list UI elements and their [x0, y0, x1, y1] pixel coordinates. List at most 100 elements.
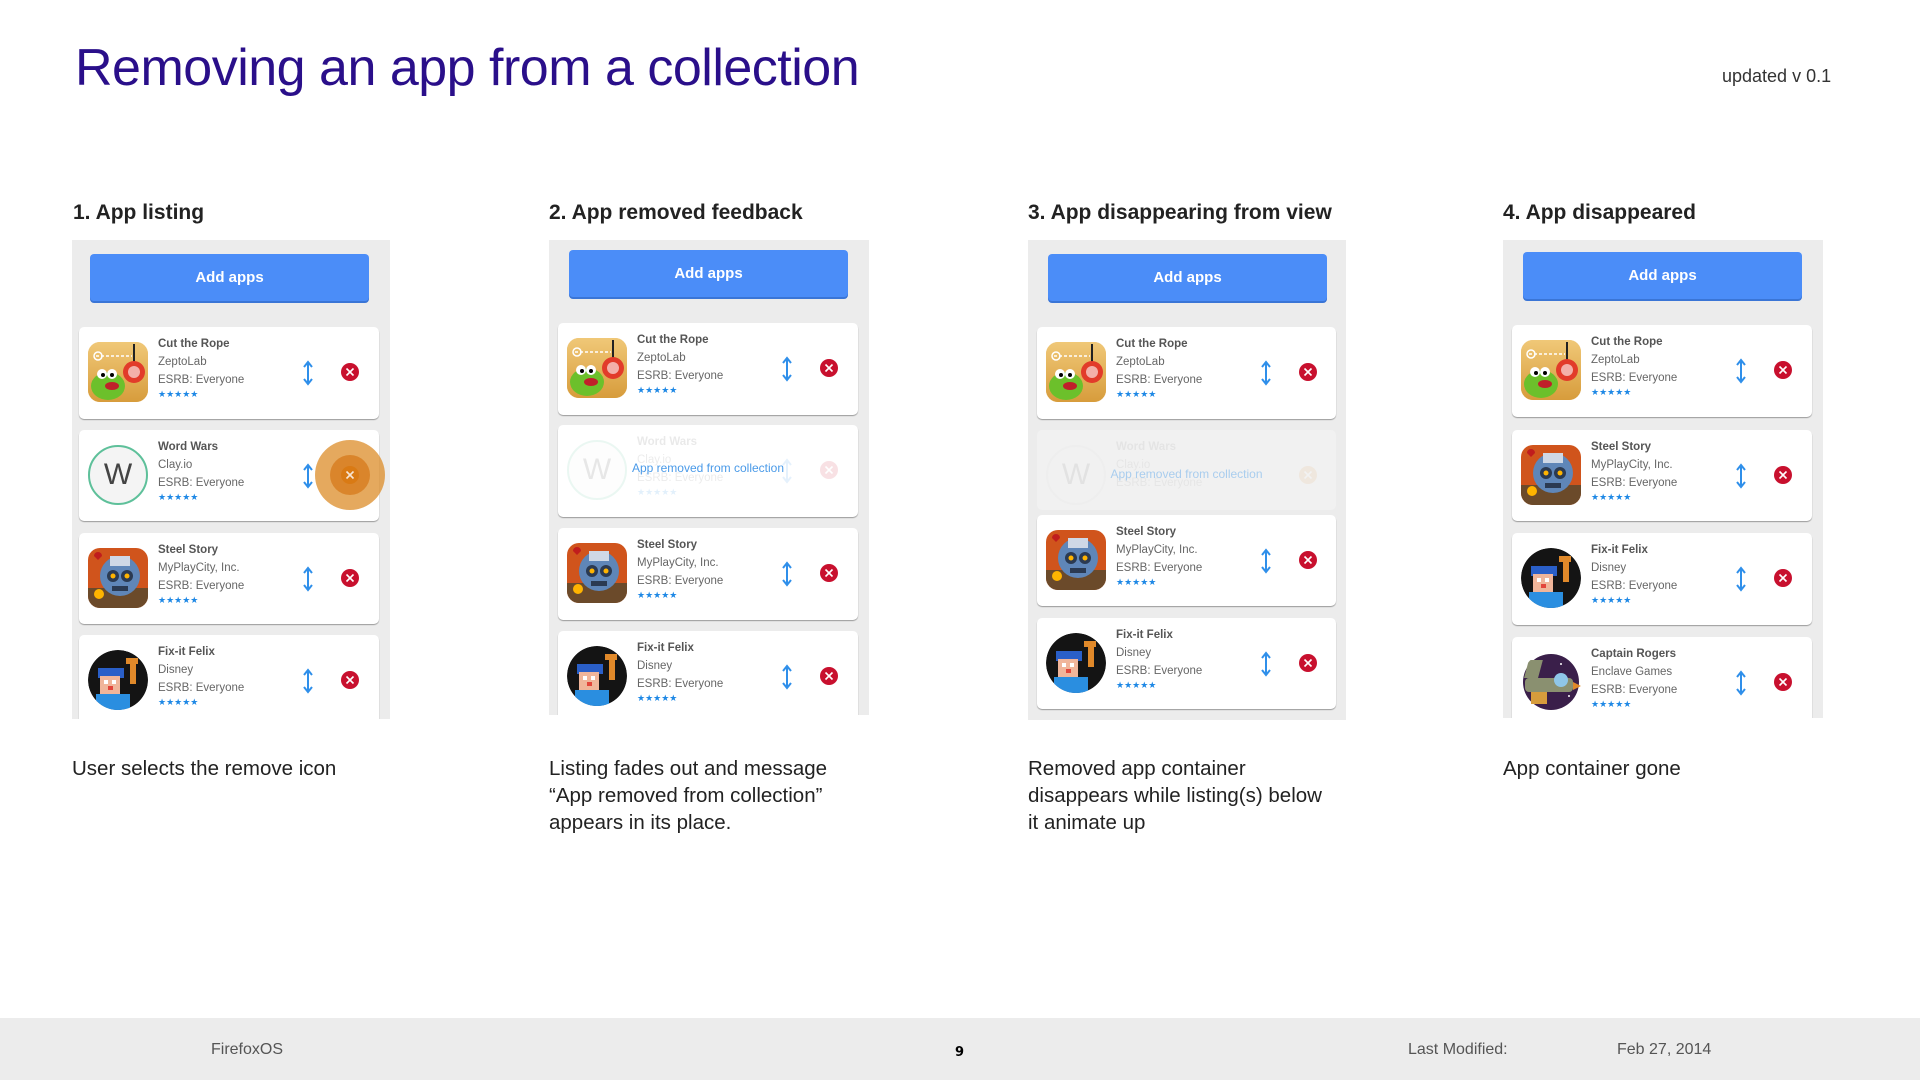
reorder-icon[interactable] — [301, 360, 315, 386]
star-rating: ★★★★★ — [1591, 596, 1632, 606]
reorder-icon[interactable] — [780, 561, 794, 587]
fix-it-felix-app-icon — [88, 650, 148, 710]
app-developer: ZeptoLab — [1116, 356, 1165, 368]
caption-line: User selects the remove icon — [72, 757, 337, 780]
app-developer: Enclave Games — [1591, 666, 1673, 678]
caption-line: it animate up — [1028, 811, 1146, 834]
app-name: Cut the Rope — [637, 334, 709, 346]
remove-icon[interactable] — [1774, 361, 1792, 379]
remove-icon[interactable] — [341, 363, 359, 381]
remove-icon[interactable] — [1774, 466, 1792, 484]
remove-icon[interactable] — [1774, 569, 1792, 587]
app-card-fix-it-felix: Fix-it Felix Disney ESRB: Everyone ★★★★★ — [1037, 618, 1336, 709]
steel-story-app-icon — [88, 548, 148, 608]
cut-the-rope-app-icon — [88, 342, 148, 402]
fix-it-felix-app-icon — [1046, 633, 1106, 693]
step-3-caption: Removed app container disappears while l… — [1028, 755, 1322, 836]
reorder-icon[interactable] — [1734, 463, 1748, 489]
remove-icon[interactable] — [341, 671, 359, 689]
remove-icon[interactable] — [1299, 654, 1317, 672]
captain-rogers-app-icon — [1521, 652, 1581, 712]
app-rating-esrb: ESRB: Everyone — [158, 374, 245, 386]
steel-story-app-icon — [1521, 445, 1581, 505]
remove-icon[interactable] — [341, 466, 359, 484]
version-label: updated v 0.1 — [1722, 66, 1832, 86]
removed-message: App removed from collection — [631, 461, 785, 475]
step-1-caption: User selects the remove icon — [72, 755, 336, 782]
remove-icon[interactable] — [1774, 673, 1792, 691]
word-wars-app-icon: W — [88, 445, 148, 505]
app-rating-esrb: ESRB: Everyone — [1116, 562, 1203, 574]
remove-icon[interactable] — [1299, 363, 1317, 381]
star-rating: ★★★★★ — [158, 698, 199, 708]
remove-icon[interactable] — [341, 569, 359, 587]
cut-the-rope-app-icon — [567, 338, 627, 398]
remove-icon[interactable] — [820, 359, 838, 377]
app-rating-esrb: ESRB: Everyone — [1116, 665, 1203, 677]
cut-the-rope-app-icon — [1521, 340, 1581, 400]
reorder-icon[interactable] — [1259, 360, 1273, 386]
last-modified-label: Last Modified: — [1408, 1041, 1508, 1058]
reorder-icon[interactable] — [780, 356, 794, 382]
footer-product: FirefoxOS — [211, 1041, 284, 1058]
app-card-steel-story: Steel Story MyPlayCity, Inc. ESRB: Every… — [558, 528, 858, 620]
caption-line: App container gone — [1503, 757, 1681, 780]
reorder-icon[interactable] — [780, 664, 794, 690]
page-number: 9 — [955, 1045, 965, 1060]
app-developer: MyPlayCity, Inc. — [158, 562, 240, 574]
app-card-word-wars-collapsing: W Word Wars Clay.io ESRB: Everyone App r… — [1037, 430, 1336, 510]
reorder-icon[interactable] — [1734, 670, 1748, 696]
app-developer: MyPlayCity, Inc. — [1591, 459, 1673, 471]
reorder-icon[interactable] — [1259, 548, 1273, 574]
star-rating: ★★★★★ — [637, 488, 678, 498]
footer: FirefoxOS 9 Last Modified: Feb 27, 2014 — [0, 1018, 1920, 1080]
app-name: Fix-it Felix — [637, 642, 694, 654]
app-rating-esrb: ESRB: Everyone — [637, 370, 724, 382]
step-3-heading: 3. App disappearing from view — [1028, 201, 1332, 224]
app-name: Word Wars — [158, 441, 219, 453]
caption-line: Removed app container — [1028, 757, 1246, 780]
reorder-icon[interactable] — [301, 463, 315, 489]
reorder-icon[interactable] — [1259, 651, 1273, 677]
reorder-icon[interactable] — [301, 668, 315, 694]
cut-the-rope-app-icon — [1046, 342, 1106, 402]
star-rating: ★★★★★ — [1116, 578, 1157, 588]
app-card-fix-it-felix: Fix-it Felix Disney ESRB: Everyone ★★★★★ — [558, 631, 858, 715]
app-name: Word Wars — [637, 436, 698, 448]
app-developer: Disney — [637, 660, 673, 672]
app-name: Captain Rogers — [1591, 648, 1676, 660]
add-apps-button[interactable]: Add apps — [90, 254, 369, 301]
caption-line: disappears while listing(s) below — [1028, 784, 1322, 807]
star-rating: ★★★★★ — [1591, 700, 1632, 710]
step-2-caption: Listing fades out and message “App remov… — [549, 755, 827, 836]
reorder-icon[interactable] — [1734, 566, 1748, 592]
reorder-icon[interactable] — [301, 566, 315, 592]
steel-story-app-icon — [567, 543, 627, 603]
add-apps-button[interactable]: Add apps — [569, 250, 848, 297]
reorder-icon[interactable] — [1734, 358, 1748, 384]
star-rating: ★★★★★ — [158, 596, 199, 606]
caption-line: Listing fades out and message — [549, 757, 828, 780]
add-apps-button[interactable]: Add apps — [1048, 254, 1327, 301]
star-rating: ★★★★★ — [637, 591, 678, 601]
app-name: Cut the Rope — [158, 338, 230, 350]
app-card-fix-it-felix: Fix-it Felix Disney ESRB: Everyone ★★★★★ — [1512, 533, 1812, 625]
app-name: Fix-it Felix — [158, 646, 215, 658]
remove-icon[interactable] — [820, 564, 838, 582]
app-rating-esrb: ESRB: Everyone — [1591, 372, 1678, 384]
remove-icon[interactable] — [1299, 551, 1317, 569]
app-name: Steel Story — [1116, 526, 1177, 538]
step-2-heading: 2. App removed feedback — [549, 201, 803, 224]
star-rating: ★★★★★ — [1116, 681, 1157, 691]
phone-screen-step-4: Add apps Cut the Rope ZeptoLab ESRB: Eve… — [1503, 240, 1823, 718]
phone-screen-step-3: Add apps Cut the Rope ZeptoLab ESRB: Eve… — [1028, 240, 1346, 720]
app-card-word-wars: W Word Wars Clay.io ESRB: Everyone ★★★★★ — [79, 430, 385, 521]
remove-icon[interactable] — [820, 667, 838, 685]
add-apps-button[interactable]: Add apps — [1523, 252, 1802, 299]
step-4-caption: App container gone — [1503, 755, 1681, 782]
star-rating: ★★★★★ — [158, 493, 199, 503]
app-name: Steel Story — [1591, 441, 1652, 453]
app-card-cut-the-rope: Cut the Rope ZeptoLab ESRB: Everyone ★★★… — [79, 327, 379, 419]
star-rating: ★★★★★ — [1591, 493, 1632, 503]
app-name: Fix-it Felix — [1116, 629, 1173, 641]
